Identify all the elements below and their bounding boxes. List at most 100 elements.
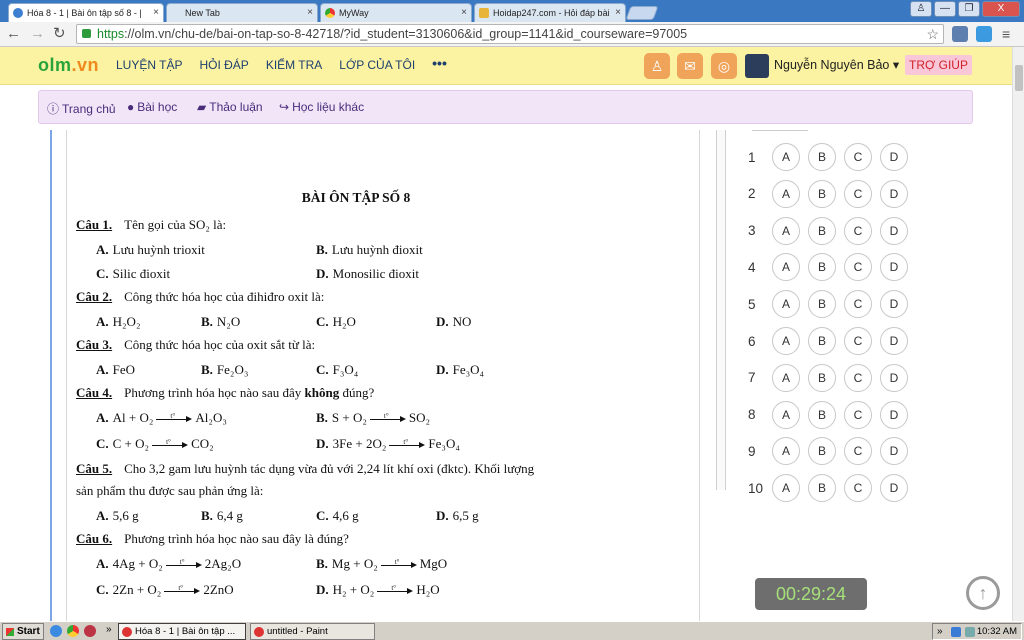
chrome-icon[interactable] [67, 625, 79, 637]
tab-new-tab[interactable]: New Tab × [166, 3, 318, 22]
choice-a-button[interactable]: A [772, 363, 800, 392]
choice-b-button[interactable]: B [808, 327, 836, 355]
nav-luyen-tap[interactable]: LUYỆN TẬP [116, 58, 182, 72]
tab-hoidap247[interactable]: Hoidap247.com - Hỏi đáp bài × [474, 3, 626, 22]
choice-a-button[interactable]: A [772, 216, 800, 245]
help-button[interactable]: TRỢ GIÚP [905, 55, 972, 75]
close-window-button[interactable]: X [982, 1, 1020, 17]
choice-b-button[interactable]: B [808, 400, 836, 429]
choice-c-button[interactable]: C [844, 474, 872, 503]
choice-a-button[interactable]: A [772, 400, 800, 429]
menu-icon[interactable]: ≡ [1002, 25, 1010, 43]
choice-d-button[interactable]: D [880, 143, 908, 171]
tab-hoa-8[interactable]: Hóa 8 - 1 | Bài ôn tập số 8 - | × [8, 3, 164, 22]
choice-b-button[interactable]: B [808, 474, 836, 503]
volume-icon[interactable] [965, 627, 975, 637]
choice-a-button[interactable]: A [772, 143, 800, 171]
taskbar-item-chrome[interactable]: Hóa 8 - 1 | Bài ôn tập ... [118, 623, 246, 640]
choice-b-button[interactable]: B [808, 437, 836, 466]
choice-d-button[interactable]: D [880, 474, 908, 503]
minimize-button[interactable]: — [934, 1, 956, 17]
choice-a-button[interactable]: A [772, 253, 800, 282]
avatar[interactable] [745, 54, 769, 78]
choice-a-button[interactable]: A [772, 179, 800, 208]
countdown-timer: 00:29:24 [755, 578, 867, 610]
notifications-icon[interactable]: ◎ [711, 53, 737, 79]
choice-c-button[interactable]: C [844, 400, 872, 429]
address-bar[interactable]: https://olm.vn/chu-de/bai-on-tap-so-8-42… [76, 24, 944, 44]
choice-b-button[interactable]: B [808, 363, 836, 392]
extension-icon[interactable] [952, 26, 968, 42]
user-menu[interactable]: Nguyễn Nguyên Bảo ▾ [774, 57, 899, 72]
question-number: 3 [748, 223, 756, 239]
choice-d-button[interactable]: D [880, 437, 908, 466]
choice-b-button[interactable]: B [808, 253, 836, 282]
choice-c-button[interactable]: C [844, 253, 872, 282]
subnav-materials[interactable]: ↪ Học liệu khác [279, 100, 364, 114]
more-menu[interactable]: ••• [432, 56, 447, 72]
olm-logo[interactable]: olm.vn [38, 55, 99, 76]
extension-bars-icon[interactable] [976, 26, 992, 42]
choice-a-button[interactable]: A [772, 437, 800, 466]
choice-a-button[interactable]: A [772, 327, 800, 355]
choice-c-button[interactable]: C [844, 437, 872, 466]
subnav-discussion[interactable]: ▰ Thảo luận [197, 100, 263, 114]
document-scrollbar[interactable] [716, 130, 726, 490]
choice-d-button[interactable]: D [880, 253, 908, 282]
subnav-home[interactable]: ⓘ Trang chủ [47, 100, 116, 117]
close-icon[interactable]: × [307, 4, 313, 22]
close-icon[interactable]: × [153, 4, 159, 22]
bookmark-star-icon[interactable]: ☆ [926, 25, 939, 43]
close-icon[interactable]: × [461, 4, 467, 22]
choice-d-button[interactable]: D [880, 179, 908, 208]
network-icon[interactable] [951, 627, 961, 637]
scroll-to-top-button[interactable]: ↑ [966, 576, 1000, 610]
options-row: A. Al + O₂ t° Al₂O₃ B. S + O₂ t° SO₂ [76, 408, 636, 434]
option-text: Fe₃O₄ [452, 362, 485, 377]
app-icon[interactable] [84, 625, 96, 637]
choice-b-button[interactable]: B [808, 216, 836, 245]
ie-icon[interactable] [50, 625, 62, 637]
add-friend-icon[interactable]: ♙ [644, 53, 670, 79]
page-scrollbar[interactable] [1012, 47, 1024, 622]
choice-c-button[interactable]: C [844, 216, 872, 245]
choice-b-button[interactable]: B [808, 290, 836, 319]
reactants: 4Ag + O₂ [112, 556, 163, 571]
choice-c-button[interactable]: C [844, 143, 872, 171]
nav-hoi-dap[interactable]: HỎI ĐÁP [199, 58, 248, 72]
choice-d-button[interactable]: D [880, 327, 908, 355]
tab-myway[interactable]: MyWay × [320, 3, 472, 22]
start-button[interactable]: Start [2, 623, 44, 640]
choice-a-button[interactable]: A [772, 474, 800, 503]
answer-row-9: 9ABCD [748, 436, 908, 466]
subnav-lessons[interactable]: ● Bài học [127, 100, 177, 114]
user-icon[interactable]: ♙ [910, 1, 932, 17]
back-arrow-icon[interactable]: ← [6, 25, 21, 43]
heat-label: t° [403, 438, 409, 447]
nav-lop-cua-toi[interactable]: LỚP CỦA TÔI [339, 58, 415, 72]
tray-expand[interactable]: » [937, 624, 943, 639]
choice-b-button[interactable]: B [808, 143, 836, 171]
options-row: C. C + O₂ t° CO₂ D. 3Fe + 2O₂ t° Fe₃O₄ [76, 434, 636, 460]
scrollbar-thumb[interactable] [1015, 65, 1023, 91]
choice-d-button[interactable]: D [880, 216, 908, 245]
maximize-button[interactable]: ❐ [958, 1, 980, 17]
choice-d-button[interactable]: D [880, 363, 908, 392]
choice-c-button[interactable]: C [844, 179, 872, 208]
choice-c-button[interactable]: C [844, 363, 872, 392]
close-icon[interactable]: × [615, 4, 621, 22]
choice-b-button[interactable]: B [808, 179, 836, 208]
reload-icon[interactable]: ↻ [53, 25, 66, 43]
new-tab-button[interactable] [625, 6, 659, 20]
choice-c-button[interactable]: C [844, 290, 872, 319]
messages-icon[interactable]: ✉ [677, 53, 703, 79]
quicklaunch-more[interactable]: » [106, 624, 112, 635]
nav-kiem-tra[interactable]: KIỂM TRA [266, 58, 322, 72]
choice-a-button[interactable]: A [772, 290, 800, 319]
choice-d-button[interactable]: D [880, 290, 908, 319]
question-3: Câu 3. Công thức hóa học của oxit sắt từ … [76, 336, 636, 354]
choice-d-button[interactable]: D [880, 400, 908, 429]
forward-arrow-icon[interactable]: → [30, 25, 45, 43]
taskbar-item-paint[interactable]: untitled - Paint [250, 623, 375, 640]
choice-c-button[interactable]: C [844, 327, 872, 355]
